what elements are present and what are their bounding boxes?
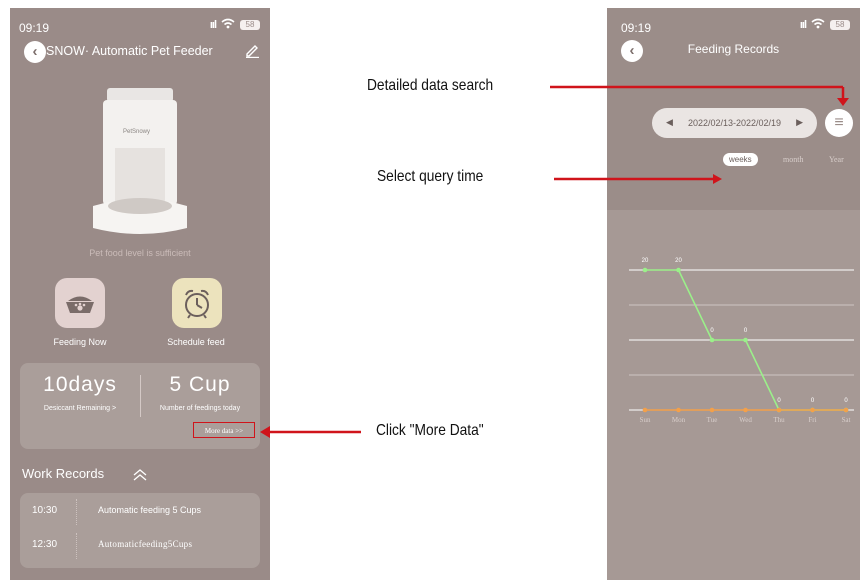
food-level-status: Pet food level is sufficient [89, 248, 191, 258]
feedings-today-label: Number of feedings today [159, 405, 241, 412]
data-point [642, 267, 648, 273]
data-point [642, 407, 648, 413]
chevron-left-icon: ‹ [32, 43, 38, 60]
tab-month[interactable]: month [783, 155, 803, 164]
wifi-icon [811, 18, 825, 32]
data-label: 20 [675, 258, 682, 264]
data-label: 0 [710, 328, 714, 334]
battery-icon: 58 [830, 20, 850, 30]
desiccant-remaining-link[interactable]: Desiccant Remaining > [20, 405, 140, 412]
feeder-brand-text: PetSnowy [123, 129, 150, 135]
status-time: 09:19 [621, 21, 652, 35]
wifi-icon [221, 18, 235, 32]
x-tick-label: Thu [773, 416, 785, 424]
work-records-title: Work Records [22, 466, 105, 481]
data-point [743, 337, 748, 343]
record-text: Automatic feeding 5 Cups [98, 505, 202, 515]
x-tick-label: Wed [739, 416, 752, 424]
chevron-up-icon[interactable] [132, 467, 148, 486]
record-text: Automaticfeeding5Cups [98, 539, 193, 549]
right-phone-screen: 09:19 ııl 58 ‹ Feeding Records ◀ 2022/02… [607, 8, 860, 580]
feeding-now-label: Feeding Now [53, 337, 107, 347]
schedule-feed-label: Schedule feed [167, 337, 225, 347]
status-bar: 09:19 ııl 58 [10, 18, 270, 36]
feeding-chart: 20 20 0 0 0 0 0 Sun Mon Tue Wed Thu Fri Sat [607, 210, 860, 580]
next-week-icon[interactable]: ▶ [796, 117, 803, 128]
data-point [676, 267, 681, 273]
edit-icon[interactable] [244, 42, 260, 63]
record-time: 12:30 [32, 539, 58, 550]
alarm-clock-icon [172, 289, 222, 332]
data-point [810, 407, 815, 413]
timeline-divider [76, 533, 78, 559]
battery-icon: 58 [240, 20, 260, 30]
data-label: 0 [844, 398, 848, 404]
list-item: 10:30 Automatic feeding 5 Cups [20, 499, 260, 525]
data-label: 0 [777, 398, 781, 404]
food-bowl-icon [55, 296, 105, 332]
work-records-list: 10:30 Automatic feeding 5 Cups 12:30 Aut… [20, 493, 260, 568]
annotation-select-time: Select query time [377, 168, 484, 185]
feeding-line-chart: 20 20 0 0 0 0 0 Sun Mon Tue Wed Thu Fri Sat [629, 258, 854, 424]
date-range-selector[interactable]: ◀ 2022/02/13-2022/02/19 ▶ [652, 108, 817, 138]
arrow-to-more-data [260, 426, 361, 438]
page-title: Feeding Records [687, 42, 780, 56]
stats-card: 10days 5 Cup Desiccant Remaining > Numbe… [20, 363, 260, 449]
x-tick-label: Tue [707, 416, 718, 424]
data-label: 0 [744, 328, 748, 334]
data-point [743, 407, 748, 413]
timeline-divider [76, 499, 78, 525]
x-tick-label: Fri [808, 416, 816, 424]
data-point [776, 407, 782, 413]
list-item: 12:30 Automaticfeeding5Cups [20, 533, 260, 559]
x-tick-label: Mon [672, 416, 686, 424]
data-label: 20 [642, 258, 649, 264]
date-range-text: 2022/02/13-2022/02/19 [687, 118, 782, 128]
more-data-button[interactable]: More data >> [193, 422, 255, 438]
tab-year[interactable]: Year [829, 155, 844, 164]
status-icons: ııl 58 [210, 18, 260, 32]
feeder-image: PetSnowy [85, 88, 195, 238]
feeding-now-button[interactable] [55, 278, 105, 328]
data-point [843, 407, 849, 413]
signal-icon: ııl [799, 19, 807, 31]
annotation-more-data: Click "More Data" [376, 422, 484, 439]
tab-weeks[interactable]: weeks [723, 153, 758, 166]
x-tick-label: Sat [842, 416, 851, 424]
back-button[interactable]: ‹ [24, 41, 46, 63]
status-icons: ııl 58 [800, 18, 850, 32]
data-point [676, 407, 681, 413]
signal-icon: ııl [209, 19, 217, 31]
schedule-feed-button[interactable] [172, 278, 222, 328]
x-tick-label: Sun [640, 416, 651, 424]
desiccant-days-value: 10days [43, 373, 117, 396]
status-time: 09:19 [19, 21, 50, 35]
data-point [709, 337, 715, 343]
feedings-cups-value: 5 Cup [169, 373, 231, 396]
status-bar: 09:19 ııl 58 [607, 18, 860, 36]
record-time: 10:30 [32, 505, 58, 516]
annotation-detail-search: Detailed data search [367, 77, 494, 94]
data-label: 0 [811, 398, 815, 404]
app-title: SNOW· Automatic Pet Feeder [46, 44, 213, 58]
menu-icon[interactable]: ≡ [825, 109, 853, 137]
data-point [709, 407, 715, 413]
left-phone-screen: 09:19 ııl 58 ‹ SNOW· Automatic Pet Feede… [10, 8, 270, 580]
